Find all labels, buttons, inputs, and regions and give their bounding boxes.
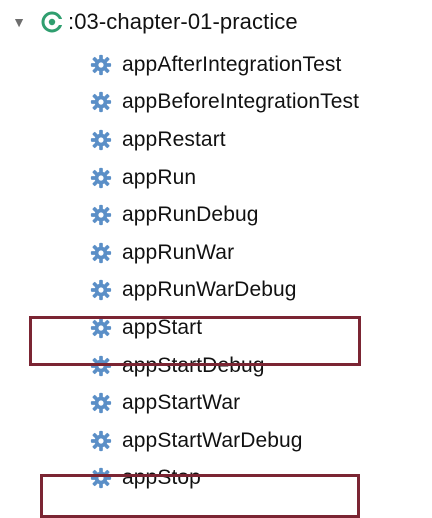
task-label: appRunWar [122, 240, 235, 264]
task-item[interactable]: appStartWarDebug [90, 422, 359, 460]
task-label: appRestart [122, 127, 226, 151]
task-label: appStop [122, 466, 201, 490]
gear-icon [90, 317, 112, 339]
gear-icon [90, 393, 112, 414]
task-label: appStartWar [122, 391, 241, 415]
gear-icon [90, 242, 112, 263]
project-name: :03-chapter-01-practice [68, 9, 298, 34]
gear-icon [90, 205, 112, 226]
task-item[interactable]: appStartWar [90, 384, 359, 422]
task-label: appRunDebug [122, 203, 259, 227]
task-item-app-stop[interactable]: appStop [90, 460, 359, 498]
gear-icon [90, 430, 112, 451]
task-item[interactable]: appStartDebug [90, 347, 359, 385]
task-item[interactable]: appRunWarDebug [90, 272, 359, 310]
task-label: appStartWarDebug [122, 428, 303, 452]
gear-icon [90, 167, 112, 188]
gear-icon [90, 468, 112, 489]
gear-icon [90, 54, 112, 75]
task-label: appBeforeIntegrationTest [122, 90, 360, 114]
task-item[interactable]: appBeforeIntegrationTest [90, 84, 359, 122]
task-label: appStartDebug [122, 353, 265, 377]
gear-icon [90, 355, 112, 376]
task-item[interactable]: appRestart [90, 121, 359, 159]
gear-icon [90, 280, 112, 301]
task-item[interactable]: appRun [90, 159, 359, 197]
task-item[interactable]: appAfterIntegrationTest [90, 46, 359, 84]
task-label: appAfterIntegrationTest [122, 52, 342, 76]
task-item[interactable]: appRunDebug [90, 196, 359, 234]
task-item[interactable]: appRunWar [90, 234, 359, 272]
gear-icon [90, 92, 112, 113]
task-list: appAfterIntegrationTest appBeforeIntegra… [90, 46, 359, 497]
gradle-module-icon [41, 11, 64, 33]
tree-root-project[interactable]: ▼ :03-chapter-01-practice [10, 4, 298, 40]
gradle-task-tree: ▼ :03-chapter-01-practice appAfterIntegr… [0, 0, 432, 518]
task-label: appRunWarDebug [122, 278, 297, 302]
gear-icon [90, 129, 112, 151]
task-label: appRun [122, 165, 197, 189]
triangle-down-icon[interactable]: ▼ [10, 13, 28, 31]
task-label: appStart [122, 315, 203, 339]
task-item-app-start[interactable]: appStart [90, 309, 359, 347]
